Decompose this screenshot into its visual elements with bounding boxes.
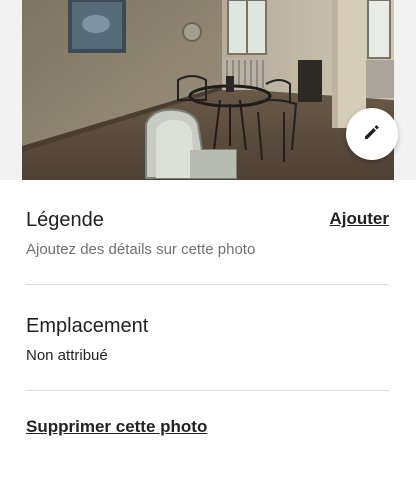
edit-photo-button[interactable] — [346, 108, 398, 160]
location-value: Non attribué — [26, 347, 108, 364]
pencil-icon — [363, 123, 381, 146]
add-caption-link[interactable]: Ajouter — [330, 209, 390, 229]
location-title: Emplacement — [26, 315, 149, 337]
divider — [26, 284, 389, 285]
delete-photo-link[interactable]: Supprimer cette photo — [26, 417, 207, 437]
location-section[interactable]: Emplacement Non attribué — [26, 312, 389, 366]
caption-placeholder: Ajoutez des détails sur cette photo — [26, 241, 256, 258]
divider — [26, 390, 389, 391]
photo-header — [0, 0, 416, 180]
room-photo — [22, 0, 394, 180]
caption-section: Légende Ajoutez des détails sur cette ph… — [26, 206, 389, 260]
